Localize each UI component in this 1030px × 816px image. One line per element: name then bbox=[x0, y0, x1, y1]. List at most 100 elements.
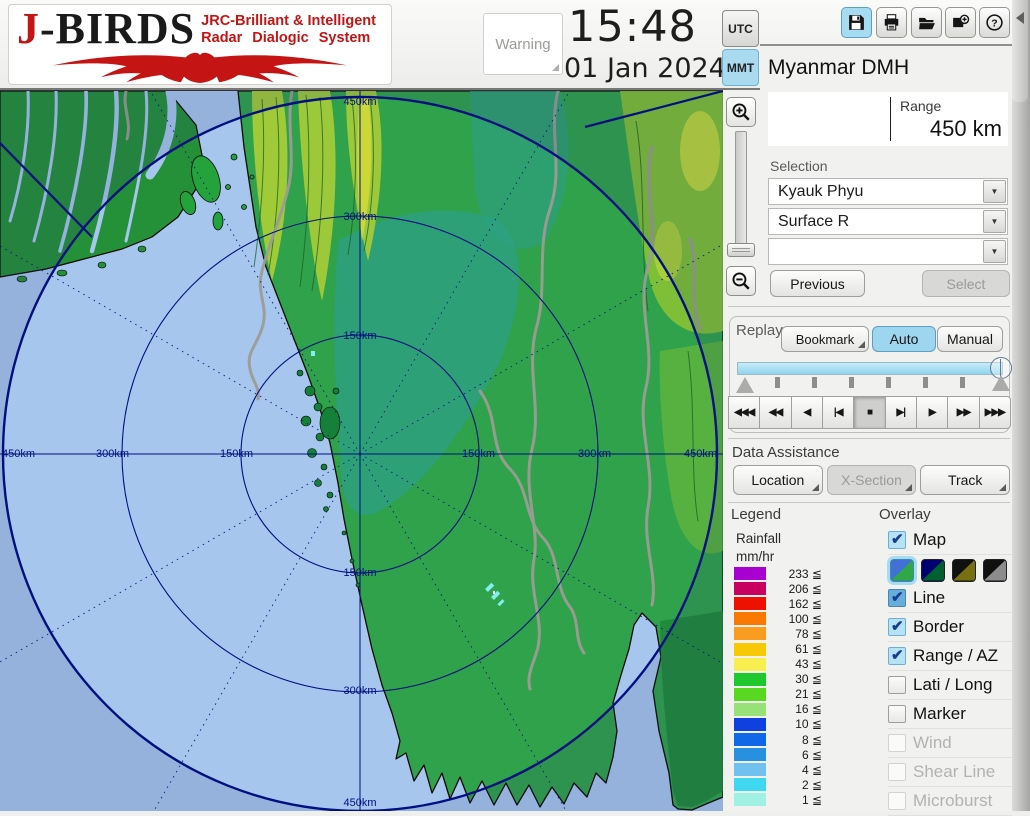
checkbox[interactable]: ✔ bbox=[888, 589, 906, 607]
map-style-swatch[interactable] bbox=[890, 559, 914, 582]
overlay-item[interactable]: ✔ Border bbox=[888, 613, 1012, 642]
overlay-item-label: Border bbox=[913, 617, 964, 637]
previous-button[interactable]: Previous bbox=[770, 270, 865, 297]
range-ring-label: 450km bbox=[684, 448, 717, 460]
overlay-item[interactable]: ✔ Microburst bbox=[888, 787, 1012, 816]
warning-button[interactable]: Warning bbox=[483, 13, 563, 75]
assistance-button[interactable]: Track bbox=[920, 465, 1010, 495]
assistance-button[interactable]: Location bbox=[733, 465, 823, 495]
legend-threshold: 100 ≦ bbox=[766, 612, 822, 626]
checkbox[interactable]: ✔ bbox=[888, 647, 906, 665]
legend-swatch bbox=[734, 748, 766, 761]
playback-button[interactable]: ◀ bbox=[791, 396, 823, 429]
checkbox[interactable]: ✔ bbox=[888, 531, 906, 549]
checkbox[interactable]: ✔ bbox=[888, 734, 906, 752]
playback-button[interactable]: ▶▶▶ bbox=[979, 396, 1011, 429]
overlay-item[interactable]: ✔ Shear Line bbox=[888, 758, 1012, 787]
overlay-item[interactable]: ✔ Map bbox=[888, 526, 1012, 555]
select-button[interactable]: Select bbox=[922, 270, 1010, 297]
legend-row: 6 ≦ bbox=[734, 747, 826, 762]
chevron-down-icon[interactable]: ▼ bbox=[983, 180, 1006, 203]
radar-map[interactable]: 450km 300km 150km 150km 300km 450km 450k… bbox=[0, 90, 723, 811]
legend-row: 10 ≦ bbox=[734, 717, 826, 732]
warning-label: Warning bbox=[495, 36, 550, 53]
playback-button[interactable]: ◀◀◀ bbox=[728, 396, 760, 429]
panel-collapse-strip[interactable] bbox=[1012, 0, 1030, 811]
station-title: Myanmar DMH bbox=[768, 56, 909, 80]
mmt-button[interactable]: MMT bbox=[722, 49, 759, 86]
overlay-item-label: Microburst bbox=[913, 791, 992, 811]
check-icon: ✔ bbox=[891, 617, 904, 635]
help-icon: ? bbox=[985, 13, 1004, 32]
collapse-tab[interactable] bbox=[1012, 0, 1028, 102]
slider-tick bbox=[849, 377, 854, 388]
checkbox[interactable]: ✔ bbox=[888, 792, 906, 810]
playback-button[interactable]: |◀ bbox=[822, 396, 854, 429]
site-combo[interactable]: Kyauk Phyu ▼ bbox=[768, 178, 1008, 205]
assistance-label: X-Section bbox=[841, 472, 902, 488]
map-style-swatch[interactable] bbox=[952, 559, 976, 582]
checkbox[interactable]: ✔ bbox=[888, 763, 906, 781]
legend-threshold: 43 ≦ bbox=[766, 657, 822, 671]
slider-tick bbox=[886, 377, 891, 388]
eagle-icon bbox=[13, 51, 387, 83]
range-ring-label: 450km bbox=[2, 448, 35, 460]
add-image-button[interactable] bbox=[945, 7, 976, 38]
bookmark-button[interactable]: Bookmark bbox=[781, 326, 869, 352]
legend-swatch bbox=[734, 643, 766, 656]
assistance-label: Track bbox=[948, 472, 982, 488]
overlay-item[interactable]: ✔ Marker bbox=[888, 700, 1012, 729]
save-button[interactable] bbox=[841, 7, 872, 38]
legend-threshold: 16 ≦ bbox=[766, 702, 822, 716]
manual-button[interactable]: Manual bbox=[937, 326, 1003, 352]
product-combo[interactable]: Surface R ▼ bbox=[768, 208, 1008, 235]
swatch-half bbox=[891, 560, 913, 581]
legend-threshold: 233 ≦ bbox=[766, 567, 822, 581]
legend-swatch bbox=[734, 793, 766, 806]
chevron-down-icon[interactable]: ▼ bbox=[983, 240, 1006, 263]
playback-button[interactable]: ■ bbox=[853, 396, 885, 429]
chevron-down-icon[interactable]: ▼ bbox=[983, 210, 1006, 233]
overlay-item[interactable]: ✔ Wind bbox=[888, 729, 1012, 758]
checkbox[interactable]: ✔ bbox=[888, 618, 906, 636]
checkbox[interactable]: ✔ bbox=[888, 676, 906, 694]
range-ring-label: 450km bbox=[343, 96, 376, 108]
overlay-item[interactable]: ✔ Lati / Long bbox=[888, 671, 1012, 700]
bookmark-label: Bookmark bbox=[796, 332, 855, 347]
legend-row: 78 ≦ bbox=[734, 626, 826, 641]
map-style-swatch[interactable] bbox=[921, 559, 945, 582]
overlay-item[interactable]: ✔ Range / AZ bbox=[888, 642, 1012, 671]
playback-button[interactable]: ◀◀ bbox=[759, 396, 791, 429]
map-style-swatch[interactable] bbox=[983, 559, 1007, 582]
assistance-button[interactable]: X-Section bbox=[827, 465, 917, 495]
replay-slider-track[interactable] bbox=[737, 362, 1003, 375]
clock-date: 01 Jan 2024 bbox=[564, 53, 726, 84]
zoom-out-icon bbox=[731, 271, 751, 291]
playback-button[interactable]: ▶ bbox=[916, 396, 948, 429]
slider-start-marker[interactable] bbox=[736, 377, 754, 393]
print-button[interactable] bbox=[876, 7, 907, 38]
slider-end-marker[interactable] bbox=[992, 375, 1010, 391]
legend-row: 206 ≦ bbox=[734, 581, 826, 596]
utc-button[interactable]: UTC bbox=[722, 10, 759, 47]
print-icon bbox=[882, 13, 901, 32]
option-combo[interactable]: ▼ bbox=[768, 238, 1008, 265]
checkbox[interactable]: ✔ bbox=[888, 705, 906, 723]
zoom-out-button[interactable] bbox=[726, 266, 756, 296]
overlay-item[interactable]: ✔ Line bbox=[888, 584, 1012, 613]
legend-row: 8 ≦ bbox=[734, 732, 826, 747]
range-ring-label: 150km bbox=[220, 448, 253, 460]
data-assistance-label: Data Assistance bbox=[732, 444, 840, 461]
open-file-button[interactable] bbox=[911, 7, 942, 38]
playback-controls: ◀◀◀ ◀◀ ◀ |◀ ■ ▶| ▶ ▶▶ ▶▶▶ bbox=[729, 396, 1011, 429]
playback-button[interactable]: ▶| bbox=[885, 396, 917, 429]
playback-button[interactable]: ▶▶ bbox=[947, 396, 979, 429]
help-button[interactable]: ? bbox=[979, 7, 1010, 38]
range-ring-label: 150km bbox=[462, 448, 495, 460]
zoom-slider-thumb[interactable] bbox=[727, 243, 755, 257]
auto-button[interactable]: Auto bbox=[872, 326, 936, 352]
zoom-slider-track[interactable] bbox=[735, 131, 747, 257]
legend-swatch bbox=[734, 688, 766, 701]
legend-swatch bbox=[734, 612, 766, 625]
zoom-in-button[interactable] bbox=[726, 97, 756, 127]
